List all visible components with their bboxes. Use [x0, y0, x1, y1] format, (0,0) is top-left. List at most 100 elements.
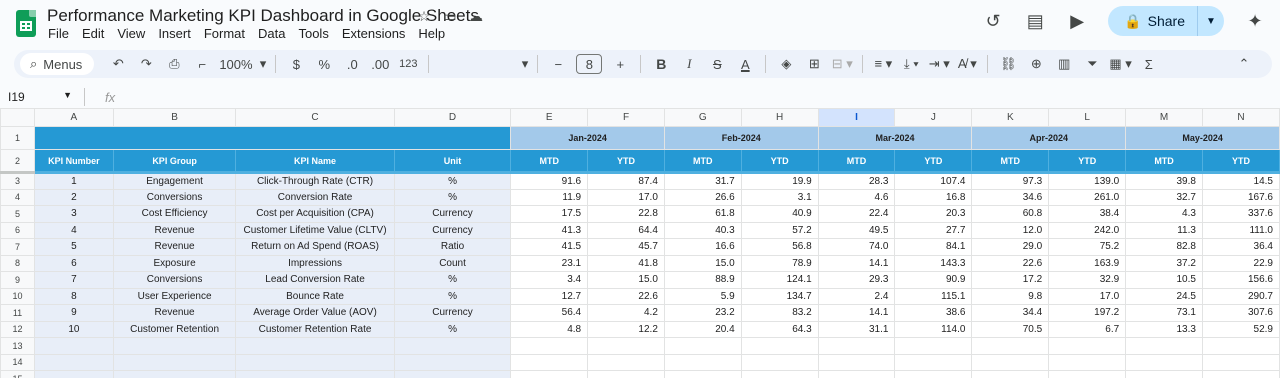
- cloud-saved-icon[interactable]: ☁: [468, 8, 484, 24]
- grid-cell[interactable]: Revenue: [112, 304, 237, 322]
- grid-cell[interactable]: [33, 337, 114, 355]
- grid-cell[interactable]: 4: [33, 221, 114, 239]
- grid-cell[interactable]: 107.4: [894, 172, 973, 190]
- grid-cell[interactable]: 290.7: [1201, 287, 1280, 305]
- grid-cell[interactable]: [510, 337, 589, 355]
- grid-cell[interactable]: Conversion Rate: [235, 188, 395, 206]
- row-header-13[interactable]: 13: [0, 337, 35, 355]
- grid-cell[interactable]: 11.3: [1125, 221, 1203, 239]
- grid-cell[interactable]: 12.2: [587, 320, 665, 338]
- grid-cell[interactable]: Revenue: [112, 221, 237, 239]
- grid-cell[interactable]: 24.5: [1125, 287, 1203, 305]
- collapse-toolbar-icon[interactable]: ⌃: [1233, 53, 1255, 75]
- grid-cell[interactable]: 4.6: [817, 188, 896, 206]
- grid-cell[interactable]: [393, 353, 512, 371]
- month-header[interactable]: Apr-2024: [971, 126, 1127, 150]
- grid-cell[interactable]: 3.1: [740, 188, 819, 206]
- fill-color-icon[interactable]: ◈: [775, 53, 797, 75]
- grid-cell[interactable]: Currency: [393, 221, 512, 239]
- grid-cell[interactable]: 4.8: [510, 320, 589, 338]
- grid-cell[interactable]: [393, 337, 512, 355]
- grid-cell[interactable]: [663, 370, 742, 378]
- grid-cell[interactable]: Ratio: [393, 238, 512, 256]
- row-header-14[interactable]: 14: [0, 353, 35, 371]
- grid-cell[interactable]: Revenue: [112, 238, 237, 256]
- row-header-15[interactable]: 15: [0, 370, 35, 378]
- font-family-select[interactable]: ▾: [438, 53, 529, 75]
- column-header-d[interactable]: D: [393, 108, 512, 127]
- grid-cell[interactable]: Customer Retention Rate: [235, 320, 395, 338]
- column-title[interactable]: YTD: [587, 149, 665, 174]
- document-title[interactable]: Performance Marketing KPI Dashboard in G…: [47, 6, 479, 26]
- column-header-n[interactable]: N: [1201, 108, 1280, 127]
- insert-comment-icon[interactable]: ⊕: [1025, 53, 1047, 75]
- grid-cell[interactable]: 5.9: [663, 287, 742, 305]
- grid-cell[interactable]: 36.4: [1201, 238, 1280, 256]
- grid-cell[interactable]: Cost Efficiency: [112, 205, 237, 223]
- grid-cell[interactable]: [971, 353, 1050, 371]
- grid-cell[interactable]: 10: [33, 320, 114, 338]
- column-title[interactable]: MTD: [817, 149, 896, 174]
- grid-cell[interactable]: [740, 370, 819, 378]
- grid-cell[interactable]: 2: [33, 188, 114, 206]
- grid-cell[interactable]: 38.4: [1048, 205, 1127, 223]
- grid-cell[interactable]: 39.8: [1125, 172, 1203, 190]
- grid-cell[interactable]: [894, 337, 973, 355]
- strikethrough-icon[interactable]: S: [706, 53, 728, 75]
- grid-cell[interactable]: [1125, 353, 1203, 371]
- menus-search[interactable]: ⌕ Menus: [20, 53, 95, 75]
- row-header-5[interactable]: 5: [0, 205, 35, 223]
- insert-chart-icon[interactable]: ▥: [1053, 53, 1075, 75]
- grid-cell[interactable]: 17.0: [1048, 287, 1127, 305]
- grid-cell[interactable]: 74.0: [817, 238, 896, 256]
- column-header-j[interactable]: J: [894, 108, 973, 127]
- month-header[interactable]: May-2024: [1125, 126, 1280, 150]
- grid-cell[interactable]: 88.9: [663, 271, 742, 289]
- grid-cell[interactable]: 1: [33, 172, 114, 190]
- column-header-c[interactable]: C: [235, 108, 395, 127]
- grid-cell[interactable]: 167.6: [1201, 188, 1280, 206]
- grid-cell[interactable]: 27.7: [894, 221, 973, 239]
- grid-cell[interactable]: 64.4: [587, 221, 665, 239]
- grid-cell[interactable]: [235, 370, 395, 378]
- grid-cell[interactable]: 16.6: [663, 238, 742, 256]
- grid-cell[interactable]: [510, 370, 589, 378]
- grid-cell[interactable]: Click-Through Rate (CTR): [235, 172, 395, 190]
- grid-cell[interactable]: %: [393, 320, 512, 338]
- grid-cell[interactable]: [587, 353, 665, 371]
- grid-cell[interactable]: 124.1: [740, 271, 819, 289]
- grid-cell[interactable]: 23.2: [663, 304, 742, 322]
- menu-file[interactable]: File: [48, 26, 75, 41]
- grid-cell[interactable]: 3.4: [510, 271, 589, 289]
- grid-cell[interactable]: [1048, 353, 1127, 371]
- grid-cell[interactable]: 29.0: [971, 238, 1050, 256]
- grid-cell[interactable]: 90.9: [894, 271, 973, 289]
- grid-cell[interactable]: 56.8: [740, 238, 819, 256]
- grid-cell[interactable]: 32.9: [1048, 271, 1127, 289]
- merge-cells-icon[interactable]: ⊟ ▾: [831, 53, 853, 75]
- grid-cell[interactable]: 57.2: [740, 221, 819, 239]
- row-header-6[interactable]: 6: [0, 221, 35, 239]
- share-dropdown-icon[interactable]: ▼: [1198, 16, 1224, 27]
- grid-cell[interactable]: 41.5: [510, 238, 589, 256]
- grid-cell[interactable]: 115.1: [894, 287, 973, 305]
- grid-cell[interactable]: 139.0: [1048, 172, 1127, 190]
- comments-icon[interactable]: ▤: [1024, 10, 1046, 32]
- grid-cell[interactable]: 17.0: [587, 188, 665, 206]
- grid-cell[interactable]: Return on Ad Spend (ROAS): [235, 238, 395, 256]
- grid-cell[interactable]: 82.8: [1125, 238, 1203, 256]
- column-title[interactable]: MTD: [1125, 149, 1203, 174]
- grid-cell[interactable]: [817, 370, 896, 378]
- text-wrapping-icon[interactable]: ⇥ ▾: [928, 53, 950, 75]
- grid-cell[interactable]: Impressions: [235, 254, 395, 272]
- grid-cell[interactable]: 31.7: [663, 172, 742, 190]
- grid-cell[interactable]: %: [393, 287, 512, 305]
- grid-cell[interactable]: [740, 353, 819, 371]
- column-title[interactable]: KPI Number: [33, 149, 114, 174]
- insert-link-icon[interactable]: ⛓: [997, 53, 1019, 75]
- grid-cell[interactable]: 32.7: [1125, 188, 1203, 206]
- row-header-3[interactable]: 3: [0, 172, 35, 190]
- grid-cell[interactable]: [817, 337, 896, 355]
- filter-views-icon[interactable]: ▦ ▾: [1109, 53, 1131, 75]
- grid-cell[interactable]: 64.3: [740, 320, 819, 338]
